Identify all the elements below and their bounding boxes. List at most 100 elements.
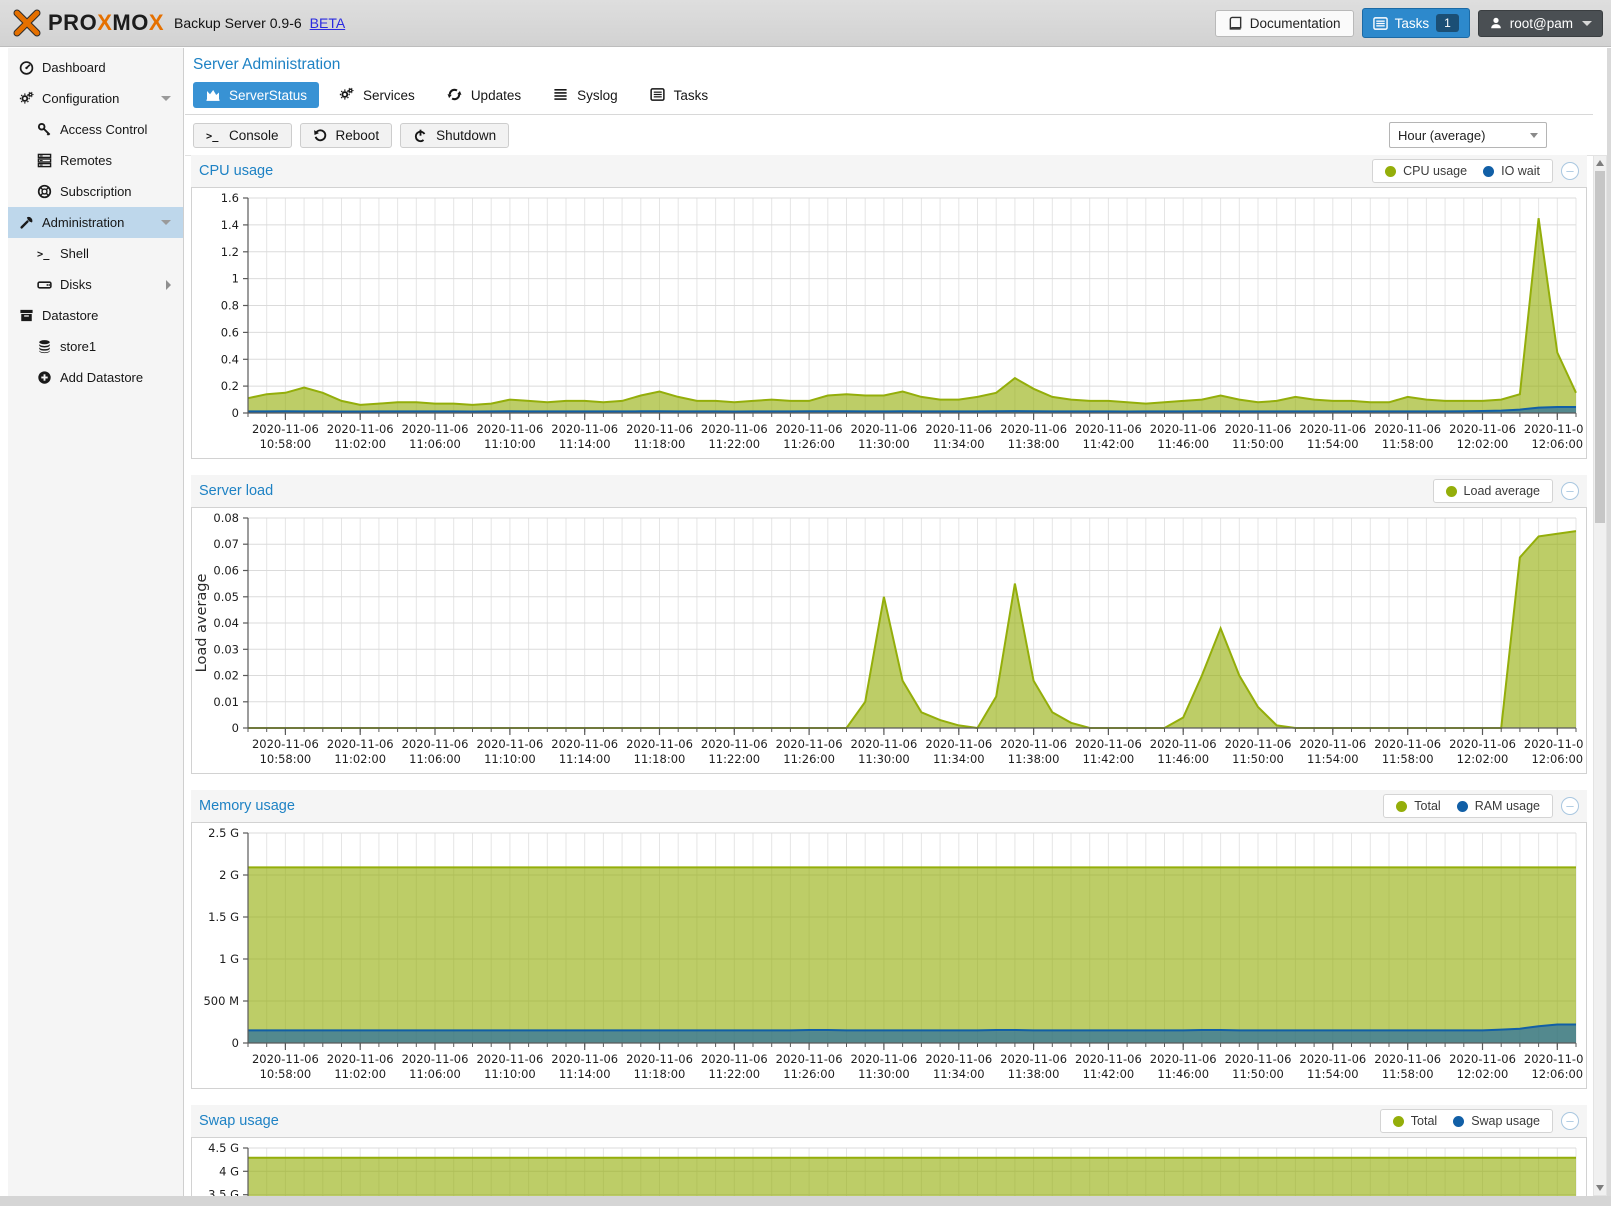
tab-tasks[interactable]: Tasks xyxy=(638,82,721,108)
svg-text:11:30:00: 11:30:00 xyxy=(858,1067,910,1081)
sidebar-item-remotes[interactable]: Remotes xyxy=(8,145,183,176)
legend-dot xyxy=(1385,166,1396,177)
sidebar-item-store1[interactable]: store1 xyxy=(8,331,183,362)
svg-text:11:30:00: 11:30:00 xyxy=(858,752,910,766)
svg-text:2020-11-06: 2020-11-06 xyxy=(476,422,543,436)
area-chart-icon xyxy=(205,87,221,103)
tab-services[interactable]: Services xyxy=(327,82,427,108)
svg-text:0.08: 0.08 xyxy=(213,511,239,525)
memory-usage-legend[interactable]: Total RAM usage xyxy=(1383,794,1553,818)
collapse-panel-icon[interactable]: – xyxy=(1561,482,1579,500)
reboot-button[interactable]: Reboot xyxy=(300,123,393,148)
svg-text:11:22:00: 11:22:00 xyxy=(708,437,760,451)
svg-text:2020-11-06: 2020-11-06 xyxy=(252,422,319,436)
svg-text:11:18:00: 11:18:00 xyxy=(634,752,686,766)
svg-text:11:26:00: 11:26:00 xyxy=(783,1067,835,1081)
svg-text:11:10:00: 11:10:00 xyxy=(484,437,536,451)
tasks-count-badge: 1 xyxy=(1436,14,1459,32)
legend-dot xyxy=(1393,1116,1404,1127)
sidebar-item-configuration[interactable]: Configuration xyxy=(8,83,183,114)
svg-text:11:34:00: 11:34:00 xyxy=(933,437,985,451)
svg-text:2020-11-06: 2020-11-06 xyxy=(551,737,618,751)
svg-text:2020-11-06: 2020-11-06 xyxy=(1150,422,1217,436)
svg-text:11:34:00: 11:34:00 xyxy=(933,752,985,766)
svg-text:11:50:00: 11:50:00 xyxy=(1232,437,1284,451)
svg-text:11:22:00: 11:22:00 xyxy=(708,1067,760,1081)
tasks-button[interactable]: Tasks 1 xyxy=(1362,8,1470,38)
svg-text:2020-11-06: 2020-11-06 xyxy=(1449,1052,1516,1066)
sidebar-item-administration[interactable]: Administration xyxy=(8,207,183,238)
svg-text:11:38:00: 11:38:00 xyxy=(1008,437,1060,451)
svg-text:2020-11-06: 2020-11-06 xyxy=(1299,422,1366,436)
sidebar-item-access-control[interactable]: Access Control xyxy=(8,114,183,145)
svg-text:0: 0 xyxy=(232,1036,239,1050)
svg-text:1: 1 xyxy=(232,272,239,286)
timeframe-value: Hour (average) xyxy=(1398,128,1485,143)
chevron-down-icon[interactable] xyxy=(161,220,171,225)
svg-text:11:38:00: 11:38:00 xyxy=(1008,1067,1060,1081)
scroll-up-icon[interactable] xyxy=(1596,160,1604,166)
sidebar-item-subscription[interactable]: Subscription xyxy=(8,176,183,207)
tab-serverstatus[interactable]: ServerStatus xyxy=(193,82,319,108)
svg-text:11:14:00: 11:14:00 xyxy=(559,437,611,451)
svg-text:2020-11-06: 2020-11-06 xyxy=(701,422,768,436)
console-button[interactable]: >_ Console xyxy=(193,123,292,148)
book-icon xyxy=(1228,16,1243,31)
wrench-icon xyxy=(18,215,34,231)
sidebar-item-dashboard[interactable]: Dashboard xyxy=(8,52,183,83)
collapse-panel-icon[interactable]: – xyxy=(1561,1112,1579,1130)
user-menu-button[interactable]: root@pam xyxy=(1478,10,1603,37)
svg-text:4 G: 4 G xyxy=(219,1164,239,1178)
product-name: Backup Server 0.9-6 xyxy=(174,15,302,31)
chevron-down-icon xyxy=(1530,133,1538,138)
sidebar-item-shell[interactable]: >_ Shell xyxy=(8,238,183,269)
svg-text:Load average: Load average xyxy=(194,574,210,673)
svg-text:10:58:00: 10:58:00 xyxy=(260,752,312,766)
collapse-panel-icon[interactable]: – xyxy=(1561,797,1579,815)
svg-text:11:50:00: 11:50:00 xyxy=(1232,1067,1284,1081)
svg-text:3.5 G: 3.5 G xyxy=(208,1188,239,1196)
svg-text:2020-11-06: 2020-11-06 xyxy=(1000,737,1067,751)
swap-usage-chart: 0500 M1 G1.5 G2 G2.5 G3 G3.5 G4 G4.5 G20… xyxy=(192,1138,1584,1196)
svg-text:2020-11-06: 2020-11-06 xyxy=(327,1052,394,1066)
scroll-down-icon[interactable] xyxy=(1596,1185,1604,1191)
chevron-down-icon[interactable] xyxy=(161,96,171,101)
beta-link[interactable]: BETA xyxy=(310,15,346,31)
chevron-right-icon[interactable] xyxy=(166,280,171,290)
list-alt-icon xyxy=(650,87,666,103)
vertical-scrollbar[interactable] xyxy=(1593,155,1607,1196)
svg-text:2020-11-06: 2020-11-06 xyxy=(776,1052,843,1066)
user-icon xyxy=(1489,16,1503,30)
collapse-panel-icon[interactable]: – xyxy=(1561,162,1579,180)
plus-circle-icon xyxy=(36,370,52,386)
tab-syslog[interactable]: Syslog xyxy=(541,82,630,108)
swap-usage-legend[interactable]: Total Swap usage xyxy=(1380,1109,1553,1133)
timeframe-select[interactable]: Hour (average) xyxy=(1389,122,1547,148)
scrollbar-thumb[interactable] xyxy=(1595,171,1605,523)
shutdown-button[interactable]: Shutdown xyxy=(400,123,509,148)
svg-text:12:06:00: 12:06:00 xyxy=(1531,752,1583,766)
sidebar-item-datastore[interactable]: Datastore xyxy=(8,300,183,331)
right-edge-gutter xyxy=(1607,48,1611,1196)
svg-text:11:30:00: 11:30:00 xyxy=(858,437,910,451)
svg-text:2020-11-06: 2020-11-06 xyxy=(1075,422,1142,436)
top-header-bar: PROXMOX Backup Server 0.9-6 BETA Documen… xyxy=(0,0,1611,47)
charts-scroll-area: CPU usage CPU usage IO wait – 00.20.40.6… xyxy=(185,155,1593,1196)
undo-icon xyxy=(313,128,328,143)
legend-dot xyxy=(1483,166,1494,177)
svg-text:2020-11-06: 2020-11-06 xyxy=(1150,737,1217,751)
svg-text:11:06:00: 11:06:00 xyxy=(409,437,461,451)
svg-text:11:42:00: 11:42:00 xyxy=(1083,437,1135,451)
server-load-legend[interactable]: Load average xyxy=(1433,479,1553,503)
documentation-label: Documentation xyxy=(1250,16,1341,31)
sidebar-item-add-datastore[interactable]: Add Datastore xyxy=(8,362,183,393)
tab-updates[interactable]: Updates xyxy=(435,82,533,108)
svg-text:2020-11-06: 2020-11-06 xyxy=(1000,1052,1067,1066)
svg-text:11:06:00: 11:06:00 xyxy=(409,1067,461,1081)
sidebar-item-disks[interactable]: Disks xyxy=(8,269,183,300)
cpu-usage-legend[interactable]: CPU usage IO wait xyxy=(1372,159,1553,183)
svg-text:11:46:00: 11:46:00 xyxy=(1157,1067,1209,1081)
cpu-usage-chart: 00.20.40.60.811.21.41.62020-11-0610:58:0… xyxy=(192,188,1584,455)
documentation-button[interactable]: Documentation xyxy=(1215,10,1354,37)
svg-text:2020-11-06: 2020-11-06 xyxy=(850,422,917,436)
